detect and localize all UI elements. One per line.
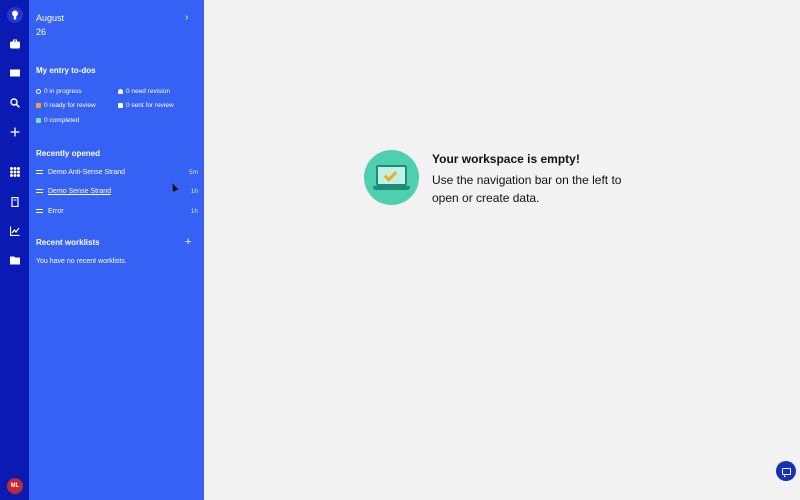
book-icon[interactable] (0, 64, 29, 82)
recent-title: Recently opened (36, 149, 101, 158)
sequence-icon (36, 209, 43, 213)
notebook-icon[interactable] (0, 193, 29, 211)
recent-item[interactable]: Error 1h (36, 205, 198, 217)
laptop-check-icon (364, 150, 419, 205)
completed-icon (36, 118, 41, 123)
empty-state-title: Your workspace is empty! (432, 152, 580, 166)
recent-item-time: 1h (190, 207, 198, 215)
todo-completed[interactable]: 0 completed (36, 117, 79, 124)
chat-icon (781, 467, 791, 477)
icon-rail: ML (0, 0, 29, 500)
plus-icon[interactable] (0, 123, 29, 141)
todo-completed-label: 0 completed (44, 117, 80, 124)
user-icon (118, 89, 123, 94)
briefcase-icon[interactable] (0, 35, 29, 53)
apps-grid-icon[interactable] (0, 163, 29, 181)
empty-state-subtitle: Use the navigation bar on the left to op… (432, 173, 622, 205)
folder-icon[interactable] (0, 251, 29, 269)
date-month: August (36, 13, 65, 23)
avatar[interactable]: ML (7, 478, 23, 494)
todos-title: My entry to-dos (36, 66, 96, 75)
recent-item-name: Demo Anti-Sense Strand (48, 168, 126, 176)
review-icon (36, 103, 41, 108)
todo-ready-label: 0 ready for review (44, 102, 96, 109)
date-day: 26 (36, 27, 47, 37)
side-panel: August 26 › My entry to-dos 0 in progres… (29, 0, 204, 500)
todo-in-progress-label: 0 in progress (44, 88, 82, 95)
chat-button[interactable] (776, 461, 796, 481)
chart-icon[interactable] (0, 222, 29, 240)
chevron-right-icon[interactable]: › (185, 12, 188, 23)
logo-icon[interactable] (0, 6, 29, 24)
clock-icon (36, 89, 41, 94)
add-worklist-button[interactable]: + (185, 236, 191, 248)
search-icon[interactable] (0, 94, 29, 112)
recent-item-time: 5m (188, 168, 198, 176)
todo-need-revision-label: 0 need revision (126, 88, 171, 95)
todo-sent-for-review[interactable]: 0 sent for review (118, 102, 174, 109)
recent-item-name: Demo Sense Strand (48, 187, 112, 195)
todo-ready-for-review[interactable]: 0 ready for review (36, 102, 96, 109)
recent-item[interactable]: Demo Anti-Sense Strand 5m (36, 166, 198, 178)
sequence-icon (36, 170, 43, 174)
todo-in-progress[interactable]: 0 in progress (36, 88, 82, 95)
recent-item-name: Error (48, 207, 64, 215)
todo-need-revision[interactable]: 0 need revision (118, 88, 170, 95)
recent-item-time: 1h (190, 187, 198, 195)
sequence-icon (36, 189, 43, 193)
worklists-empty-text: You have no recent worklists. (36, 258, 127, 265)
todo-sent-label: 0 sent for review (126, 102, 174, 109)
document-icon (118, 103, 123, 108)
worklists-title: Recent worklists (36, 238, 100, 247)
